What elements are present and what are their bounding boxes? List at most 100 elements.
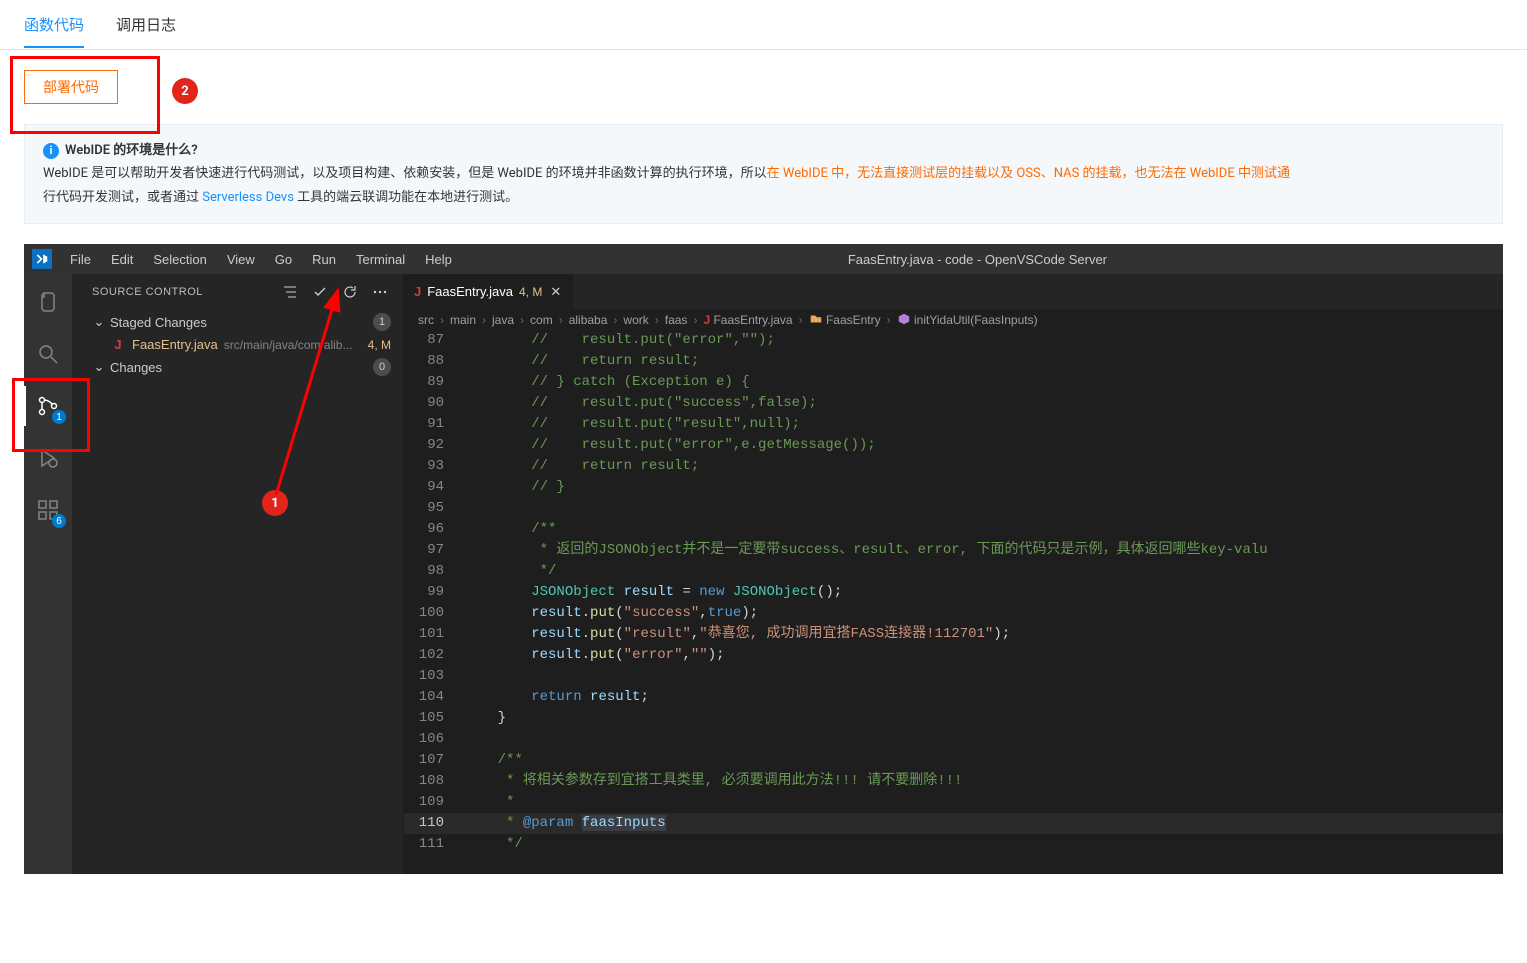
- activity-search[interactable]: [24, 334, 72, 374]
- code-line[interactable]: 93 // return result;: [404, 456, 1503, 477]
- code-line[interactable]: 94 // }: [404, 477, 1503, 498]
- code-line[interactable]: 98 */: [404, 561, 1503, 582]
- breadcrumb-item[interactable]: faas: [665, 313, 688, 327]
- breadcrumb-item[interactable]: src: [418, 313, 434, 327]
- breadcrumb-item[interactable]: J FaasEntry.java: [703, 313, 792, 327]
- breadcrumb-item[interactable]: initYidaUtil(FaasInputs): [897, 312, 1038, 327]
- staged-changes-section[interactable]: ⌄ Staged Changes 1: [72, 309, 403, 335]
- line-number: 101: [404, 624, 464, 645]
- code-content: */: [464, 834, 523, 855]
- breadcrumb-item[interactable]: com: [530, 313, 553, 327]
- line-number: 87: [404, 330, 464, 351]
- scm-badge: 1: [52, 410, 66, 424]
- code-content: * @param faasInputs: [464, 813, 666, 834]
- commit-check-icon[interactable]: [309, 281, 331, 303]
- code-line[interactable]: 99 JSONObject result = new JSONObject();: [404, 582, 1503, 603]
- close-icon[interactable]: ✕: [548, 284, 563, 300]
- code-area[interactable]: 87 // result.put("error","");88 // retur…: [404, 330, 1503, 874]
- code-line[interactable]: 96 /**: [404, 519, 1503, 540]
- view-as-tree-icon[interactable]: [279, 281, 301, 303]
- info-text-line2a: 行代码开发测试，或者通过: [43, 190, 202, 205]
- code-line[interactable]: 101 result.put("result","恭喜您, 成功调用宜搭FASS…: [404, 624, 1503, 645]
- line-number: 90: [404, 393, 464, 414]
- breadcrumb-sep: ›: [518, 313, 526, 327]
- menu-bar: FileEditSelectionViewGoRunTerminalHelp: [62, 248, 460, 271]
- code-line[interactable]: 109 *: [404, 792, 1503, 813]
- line-number: 89: [404, 372, 464, 393]
- editor-tab-faasentry[interactable]: J FaasEntry.java 4, M ✕: [404, 274, 574, 309]
- deploy-row: 部署代码: [0, 50, 1527, 112]
- sidebar-title: SOURCE CONTROL: [92, 286, 203, 298]
- activity-explorer[interactable]: [24, 282, 72, 322]
- tab-invoke-logs[interactable]: 调用日志: [116, 2, 176, 47]
- ide-window: FileEditSelectionViewGoRunTerminalHelp F…: [24, 244, 1503, 874]
- line-number: 102: [404, 645, 464, 666]
- activity-run-debug[interactable]: [24, 438, 72, 478]
- code-line[interactable]: 97 * 返回的JSONObject并不是一定要带success、result、…: [404, 540, 1503, 561]
- staged-file-status: 4, M: [368, 338, 391, 352]
- line-number: 107: [404, 750, 464, 771]
- menu-edit[interactable]: Edit: [103, 248, 141, 271]
- menu-go[interactable]: Go: [267, 248, 300, 271]
- code-content: result.put("result","恭喜您, 成功调用宜搭FASS连接器!…: [464, 624, 1010, 645]
- code-line[interactable]: 103: [404, 666, 1503, 687]
- breadcrumb-item[interactable]: work: [623, 313, 648, 327]
- code-line[interactable]: 110 * @param faasInputs: [404, 813, 1503, 834]
- breadcrumb-sep: ›: [797, 313, 805, 327]
- code-content: * 返回的JSONObject并不是一定要带success、result、err…: [464, 540, 1268, 561]
- code-line[interactable]: 91 // result.put("result",null);: [404, 414, 1503, 435]
- breadcrumb-item[interactable]: java: [492, 313, 514, 327]
- staged-file-path: src/main/java/com/alib...: [224, 338, 362, 352]
- more-actions-icon[interactable]: [369, 281, 391, 303]
- code-content: return result;: [464, 687, 649, 708]
- menu-help[interactable]: Help: [417, 248, 460, 271]
- breadcrumb-sep: ›: [480, 313, 488, 327]
- menu-selection[interactable]: Selection: [145, 248, 214, 271]
- code-content: // result.put("error","");: [464, 330, 775, 351]
- line-number: 109: [404, 792, 464, 813]
- code-content: // result.put("error",e.getMessage());: [464, 435, 876, 456]
- activity-source-control[interactable]: 1: [24, 386, 72, 426]
- line-number: 93: [404, 456, 464, 477]
- breadcrumb-item[interactable]: main: [450, 313, 476, 327]
- code-line[interactable]: 105 }: [404, 708, 1503, 729]
- code-content: // return result;: [464, 456, 699, 477]
- deploy-code-button[interactable]: 部署代码: [24, 70, 118, 104]
- breadcrumb-sep: ›: [653, 313, 661, 327]
- breadcrumb-item[interactable]: FaasEntry: [809, 312, 881, 327]
- vscode-icon: [32, 249, 52, 269]
- info-link-serverless-devs[interactable]: Serverless Devs: [202, 190, 294, 205]
- changes-section[interactable]: ⌄ Changes 0: [72, 354, 403, 380]
- code-line[interactable]: 90 // result.put("success",false);: [404, 393, 1503, 414]
- menu-file[interactable]: File: [62, 248, 99, 271]
- code-line[interactable]: 106: [404, 729, 1503, 750]
- tab-function-code[interactable]: 函数代码: [24, 2, 84, 47]
- chevron-down-icon: ⌄: [92, 314, 106, 330]
- code-line[interactable]: 88 // return result;: [404, 351, 1503, 372]
- code-line[interactable]: 92 // result.put("error",e.getMessage())…: [404, 435, 1503, 456]
- code-line[interactable]: 95: [404, 498, 1503, 519]
- refresh-icon[interactable]: [339, 281, 361, 303]
- code-line[interactable]: 100 result.put("success",true);: [404, 603, 1503, 624]
- code-line[interactable]: 104 return result;: [404, 687, 1503, 708]
- menu-view[interactable]: View: [219, 248, 263, 271]
- breadcrumb-item[interactable]: alibaba: [569, 313, 608, 327]
- code-content: result.put("error","");: [464, 645, 725, 666]
- code-line[interactable]: 107 /**: [404, 750, 1503, 771]
- code-line[interactable]: 108 * 将相关参数存到宜搭工具类里, 必须要调用此方法!!! 请不要删除!!…: [404, 771, 1503, 792]
- info-box: i WebIDE 的环境是什么? WebIDE 是可以帮助开发者快速进行代码测试…: [24, 124, 1503, 224]
- code-line[interactable]: 87 // result.put("error","");: [404, 330, 1503, 351]
- activity-extensions[interactable]: 6: [24, 490, 72, 530]
- code-content: *: [464, 792, 514, 813]
- breadcrumbs[interactable]: src›main›java›com›alibaba›work›faas›J Fa…: [404, 309, 1503, 330]
- java-file-icon: J: [110, 337, 126, 352]
- menu-run[interactable]: Run: [304, 248, 344, 271]
- info-text-line2b: 工具的端云联调功能在本地进行测试。: [294, 190, 518, 205]
- menu-terminal[interactable]: Terminal: [348, 248, 413, 271]
- code-line[interactable]: 89 // } catch (Exception e) {: [404, 372, 1503, 393]
- code-line[interactable]: 111 */: [404, 834, 1503, 855]
- code-line[interactable]: 102 result.put("error","");: [404, 645, 1503, 666]
- line-number: 100: [404, 603, 464, 624]
- staged-file-row[interactable]: J FaasEntry.java src/main/java/com/alib.…: [72, 335, 403, 354]
- info-title: i WebIDE 的环境是什么?: [43, 139, 1484, 162]
